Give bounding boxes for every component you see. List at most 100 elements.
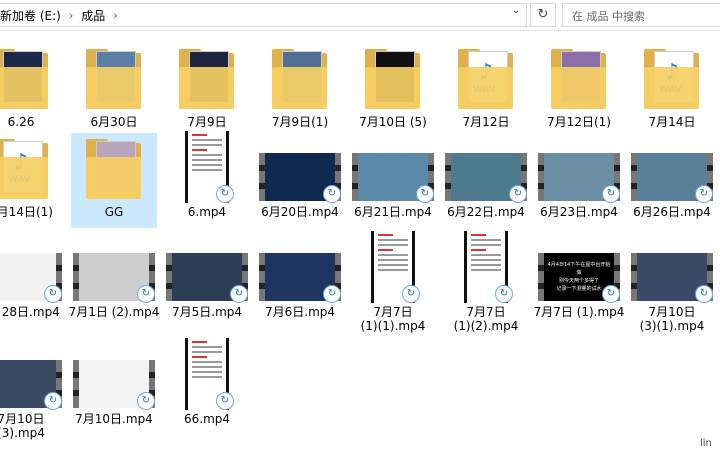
video-thumbnail: ↻ <box>257 233 343 303</box>
item-label: 6.26 <box>7 115 35 129</box>
item-label: 7月10日.mp4 <box>75 412 153 426</box>
breadcrumb-drive[interactable]: 新加卷 (E:) <box>0 7 61 24</box>
address-bar[interactable]: 新加卷 (E:) › 成品 › <box>0 3 527 27</box>
item-label: 6月30日 <box>90 115 138 129</box>
file-item[interactable]: ↻ 7月6日.mp4 <box>257 233 343 328</box>
item-label: 7月1日 (2).mp4 <box>68 305 160 319</box>
folder-icon: ♪WAV <box>443 43 529 113</box>
file-item[interactable]: ↻ 6月26日.mp4 <box>629 133 715 228</box>
folder-icon <box>71 133 157 203</box>
search-box[interactable]: 在 成品 中搜索 <box>562 3 720 27</box>
file-item[interactable]: ↻ 6月22日.mp4 <box>443 133 529 228</box>
folder-icon: ♪WAV <box>629 43 715 113</box>
video-thumbnail: ↻ <box>0 233 64 303</box>
shortcut-arrow-icon: ↻ <box>695 185 713 203</box>
video-thumbnail: ↻ <box>0 340 64 410</box>
shortcut-arrow-icon: ↻ <box>323 185 341 203</box>
file-item[interactable]: 4月4日14下午在屋中台开始做 别今天两个多得了 记录一下测量的试水 ↻ 7月7日 … <box>534 233 624 328</box>
item-label: 66.mp4 <box>183 412 231 426</box>
item-label: 6月23日.mp4 <box>540 205 618 219</box>
item-label: 7月10日 (3).mp4 <box>0 412 45 440</box>
item-label: 6.mp4 <box>187 205 227 219</box>
file-item[interactable]: ↻ 7月10日 (3)(1).mp4 <box>629 233 715 333</box>
file-item[interactable]: ↻ 7月10日 (3).mp4 <box>0 340 64 440</box>
item-label: 6月22日.mp4 <box>447 205 525 219</box>
footer-fragment: lin <box>700 438 712 449</box>
video-thumbnail: ↻ <box>350 231 436 303</box>
search-input[interactable]: 在 成品 中搜索 <box>572 8 645 24</box>
video-thumbnail: ↻ <box>164 131 250 203</box>
video-thumbnail: ↻ <box>629 233 715 303</box>
toolbar: 新加卷 (E:) › 成品 › ⌄ ↻ 在 成品 中搜索 <box>0 0 720 31</box>
folder-item[interactable]: GG <box>71 133 157 228</box>
item-label: 6月26日.mp4 <box>633 205 711 219</box>
folder-item[interactable]: 6月30日 <box>71 43 157 138</box>
video-thumbnail: ↻ <box>71 233 157 303</box>
item-label: 7月14日 <box>648 115 696 129</box>
folder-icon <box>71 43 157 113</box>
shortcut-arrow-icon: ↻ <box>509 185 527 203</box>
shortcut-arrow-icon: ↻ <box>137 285 155 303</box>
video-thumbnail: ↻ <box>71 340 157 410</box>
folder-icon <box>536 43 622 113</box>
shortcut-arrow-icon: ↻ <box>695 285 713 303</box>
file-item[interactable]: ↻ 6月21日.mp4 <box>350 133 436 228</box>
file-item[interactable]: ↻ 7月7日 (1)(2).mp4 <box>443 231 529 333</box>
shortcut-arrow-icon: ↻ <box>230 285 248 303</box>
shortcut-arrow-icon: ↻ <box>216 392 234 410</box>
folder-item[interactable]: 6.26 <box>0 43 64 138</box>
shortcut-arrow-icon: ↻ <box>416 185 434 203</box>
shortcut-arrow-icon: ↻ <box>602 185 620 203</box>
item-label: 6月20日.mp4 <box>261 205 339 219</box>
item-label: 7月7日 (1)(1).mp4 <box>360 305 426 333</box>
video-thumbnail: ↻ <box>164 338 250 410</box>
item-label: 6月28日.mp4 <box>0 305 60 319</box>
file-item[interactable]: ↻ 7月7日 (1)(1).mp4 <box>350 231 436 333</box>
shortcut-arrow-icon: ↻ <box>44 285 62 303</box>
breadcrumb-separator-icon[interactable]: › <box>69 9 73 22</box>
file-item[interactable]: ↻ 6月23日.mp4 <box>536 133 622 228</box>
file-item[interactable]: ↻ 6月20日.mp4 <box>257 133 343 228</box>
shortcut-arrow-icon: ↻ <box>602 285 620 303</box>
folder-icon <box>0 43 64 113</box>
address-dropdown-icon[interactable]: ⌄ <box>507 3 525 19</box>
folder-item[interactable]: ♪WAV 7月14日 <box>629 43 715 138</box>
item-label: 7月12日(1) <box>547 115 611 129</box>
folder-item[interactable]: ♪WAV 7月12日 <box>443 43 529 138</box>
item-label: 7月10日 (3)(1).mp4 <box>639 305 705 333</box>
item-label: 7月5日.mp4 <box>171 305 243 319</box>
item-label: 7月7日 (1).mp4 <box>533 305 625 319</box>
breadcrumb-folder[interactable]: 成品 <box>81 7 105 24</box>
file-item[interactable]: ↻ 6.mp4 <box>164 131 250 228</box>
video-thumbnail: ↻ <box>257 133 343 203</box>
file-item[interactable]: ↻ 7月1日 (2).mp4 <box>69 233 159 328</box>
breadcrumb-chevron-icon[interactable]: › <box>113 9 117 22</box>
file-item[interactable]: ↻ 7月5日.mp4 <box>164 233 250 328</box>
shortcut-arrow-icon: ↻ <box>137 392 155 410</box>
folder-item[interactable]: 7月12日(1) <box>536 43 622 138</box>
folder-icon <box>257 43 343 113</box>
file-grid: 6.26 6月30日 7月9日 7月9日(1) 7月10日 (5) ♪WAV 7月12日 7月… <box>0 30 720 450</box>
folder-item[interactable]: ♪WAV 7月14日(1) <box>0 133 64 228</box>
folder-icon <box>164 43 250 113</box>
folder-icon: ♪WAV <box>0 133 64 203</box>
video-thumbnail: ↻ <box>443 133 529 203</box>
item-label: 7月14日(1) <box>0 205 53 219</box>
file-item[interactable]: ↻ 7月10日.mp4 <box>71 340 157 435</box>
refresh-button[interactable]: ↻ <box>530 3 556 27</box>
folder-item[interactable]: 7月9日(1) <box>257 43 343 138</box>
video-thumbnail: ↻ <box>443 231 529 303</box>
shortcut-arrow-icon: ↻ <box>495 285 513 303</box>
shortcut-arrow-icon: ↻ <box>402 285 420 303</box>
item-label: 6月21日.mp4 <box>354 205 432 219</box>
folder-icon <box>350 43 436 113</box>
file-item[interactable]: ↻ 66.mp4 <box>164 338 250 435</box>
video-thumbnail: ↻ <box>350 133 436 203</box>
shortcut-arrow-icon: ↻ <box>44 392 62 410</box>
item-label: 7月7日 (1)(2).mp4 <box>453 305 519 333</box>
folder-item[interactable]: 7月9日 <box>164 43 250 138</box>
folder-item[interactable]: 7月10日 (5) <box>350 43 436 138</box>
video-thumbnail: ↻ <box>629 133 715 203</box>
file-item[interactable]: ↻ 6月28日.mp4 <box>0 233 64 328</box>
shortcut-arrow-icon: ↻ <box>216 185 234 203</box>
